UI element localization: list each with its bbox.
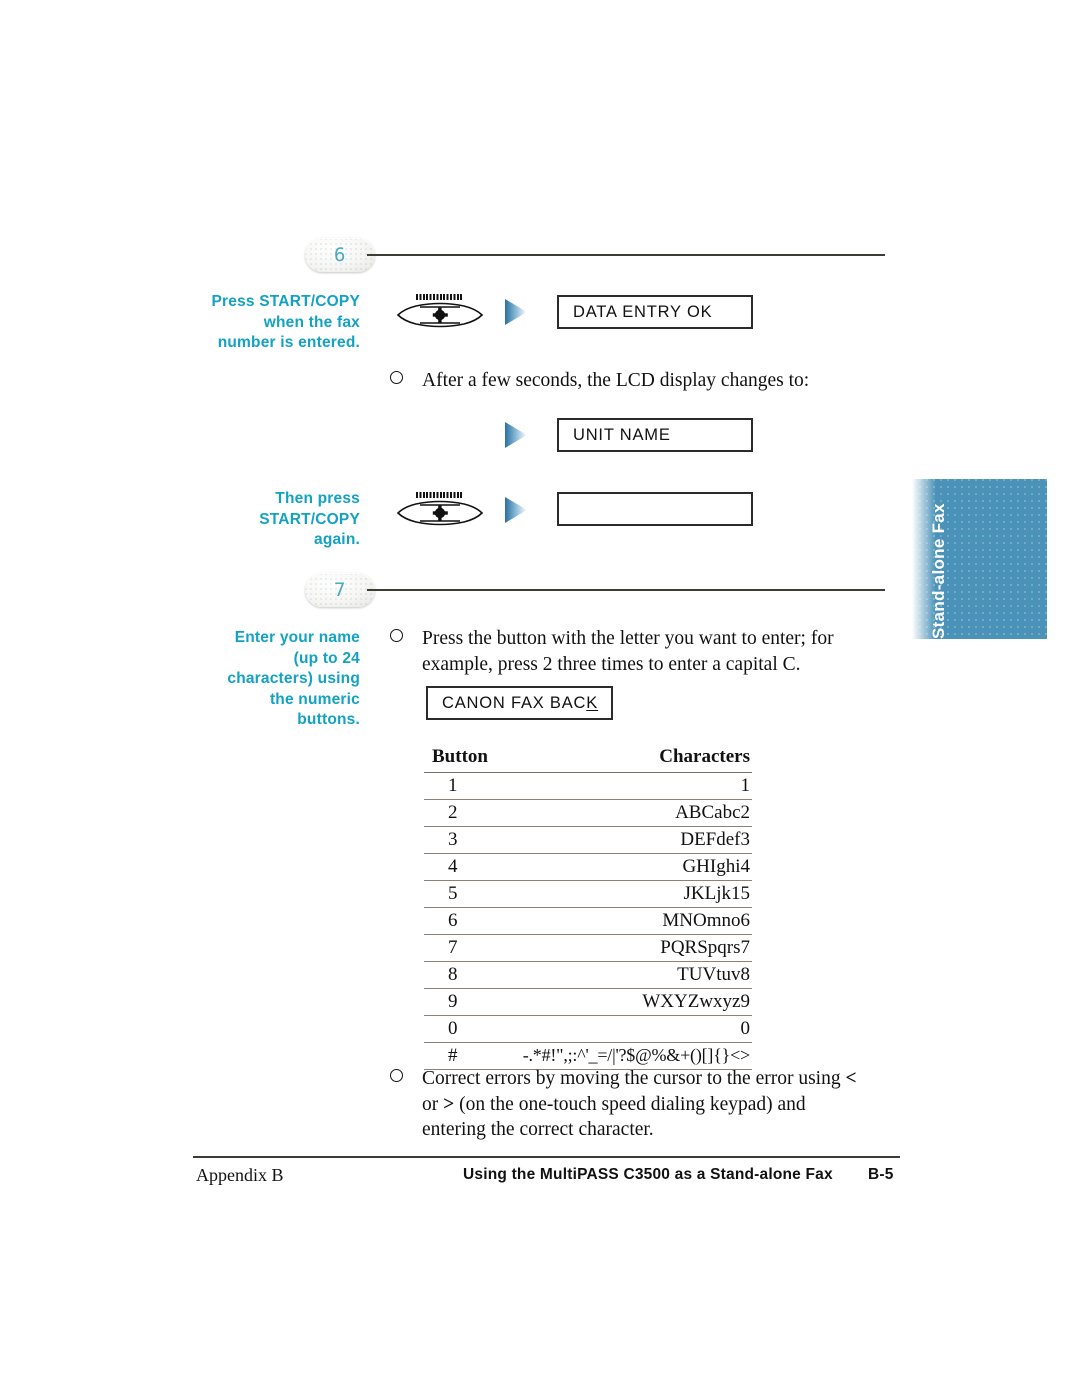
start-copy-button-icon	[394, 294, 486, 330]
side-thumb-tab: Stand-alone Fax	[912, 479, 1047, 639]
table-body: 1 1 2 ABCabc2 3 DEFdef3 4 GHIghi4 5 JKLjk15 6 MNOmn…	[424, 772, 752, 1070]
cell-characters: ABCabc2	[488, 799, 752, 827]
correct-errors-part-1: Correct errors by moving the cursor to t…	[422, 1068, 846, 1089]
cell-button: 1	[424, 772, 488, 800]
footer-rule	[193, 1156, 900, 1158]
column-header-characters: Characters	[488, 745, 752, 773]
hollow-bullet-icon	[390, 1069, 403, 1082]
start-copy-button-icon-2	[394, 492, 486, 528]
step-7-rule	[367, 589, 885, 591]
table-row: 00	[424, 1015, 752, 1043]
cell-button: 2	[424, 799, 488, 827]
cell-characters: GHIghi4	[488, 853, 752, 881]
step-6-callout-2: Then press START/COPY again.	[259, 490, 360, 548]
lens-shape-icon	[396, 500, 484, 526]
bullet-press-button: Press the button with the letter you wan…	[390, 626, 865, 677]
column-header-button: Button	[424, 745, 488, 773]
step-7-number: 7	[334, 578, 346, 601]
correct-errors-part-2: (on the one-touch speed dialing keypad) …	[422, 1093, 806, 1141]
bullet-text: Correct errors by moving the cursor to t…	[422, 1066, 870, 1143]
character-mapping-table: Button Characters 1 1 2 ABCabc2 3 DEFdef3 4 GHI…	[424, 745, 752, 1070]
table-row: 5 JKLjk15	[424, 880, 752, 908]
table-header-row: Button Characters	[424, 745, 752, 773]
cell-characters: DEFdef3	[488, 826, 752, 854]
greater-than-key-label: >	[443, 1093, 455, 1115]
bullet-lcd-changes: After a few seconds, the LCD display cha…	[390, 368, 860, 394]
lcd-text-prefix: CANON FAX BAC	[442, 693, 587, 712]
arrow-right-icon-3	[503, 495, 529, 525]
cell-button: 7	[424, 934, 488, 962]
table-row: 4 GHIghi4	[424, 853, 752, 881]
cell-characters: 1	[488, 772, 752, 800]
lcd-display-blank	[557, 492, 753, 526]
cell-button: 6	[424, 907, 488, 935]
step-6-header: 6	[305, 238, 885, 274]
cell-characters: WXYZwxyz9	[488, 988, 752, 1016]
cell-button: 5	[424, 880, 488, 908]
lcd-text: UNIT NAME	[573, 425, 671, 444]
document-page: Stand-alone Fax 6 Press START/COPY when …	[0, 0, 1080, 1397]
arrow-right-icon-2	[503, 420, 529, 450]
cell-button: 8	[424, 961, 488, 989]
side-thumb-tab-label: Stand-alone Fax	[929, 503, 948, 639]
step-6-number: 6	[334, 243, 346, 266]
table-row: 11	[424, 772, 752, 800]
step-7-callout: Enter your name (up to 24 characters) us…	[227, 629, 360, 728]
step-6-rule	[367, 254, 885, 256]
hollow-bullet-icon	[390, 371, 403, 384]
table-row: 2 ABCabc2	[424, 799, 752, 827]
cell-characters: JKLjk15	[488, 880, 752, 908]
bullet-correct-errors: Correct errors by moving the cursor to t…	[390, 1066, 870, 1143]
lcd-cursor-char: K	[586, 693, 599, 712]
footer-title: Using the MultiPASS C3500 as a Stand-alo…	[463, 1166, 833, 1183]
lens-shape-icon	[396, 302, 484, 328]
cell-characters: 0	[488, 1015, 752, 1043]
cell-button: 0	[424, 1015, 488, 1043]
table-row: 9 WXYZwxyz9	[424, 988, 752, 1016]
bullet-text: After a few seconds, the LCD display cha…	[422, 370, 810, 391]
less-than-key-label: <	[845, 1068, 857, 1089]
cell-characters: TUVtuv8	[488, 961, 752, 989]
table-row: 3 DEFdef3	[424, 826, 752, 854]
cell-characters: PQRSpqrs7	[488, 934, 752, 962]
table-row: 6 MNOmno6	[424, 907, 752, 935]
cell-button: 4	[424, 853, 488, 881]
table-row: 8 TUVtuv8	[424, 961, 752, 989]
correct-errors-conjunction: or	[422, 1093, 444, 1115]
table-row: 7 PQRSpqrs7	[424, 934, 752, 962]
cell-button: 3	[424, 826, 488, 854]
hollow-bullet-icon	[390, 629, 403, 642]
arrow-right-icon	[503, 297, 529, 327]
lcd-display-unit-name: UNIT NAME	[557, 418, 753, 452]
step-7-badge: 7	[305, 573, 375, 607]
lcd-display-data-entry-ok: DATA ENTRY OK	[557, 295, 753, 329]
bullet-text: Press the button with the letter you wan…	[422, 628, 834, 675]
lcd-text: DATA ENTRY OK	[573, 302, 713, 321]
cell-button: 9	[424, 988, 488, 1016]
lcd-display-canon-fax-back: CANON FAX BACK	[426, 686, 613, 720]
footer-page-number: B-5	[868, 1166, 894, 1183]
step-7-header: 7	[305, 573, 885, 609]
lcd-text: CANON FAX BACK	[428, 694, 598, 713]
step-6-callout: Press START/COPY when the fax number is …	[211, 293, 360, 351]
footer-appendix-label: Appendix B	[196, 1165, 284, 1185]
cell-characters: MNOmno6	[488, 907, 752, 935]
step-6-badge: 6	[305, 238, 375, 272]
